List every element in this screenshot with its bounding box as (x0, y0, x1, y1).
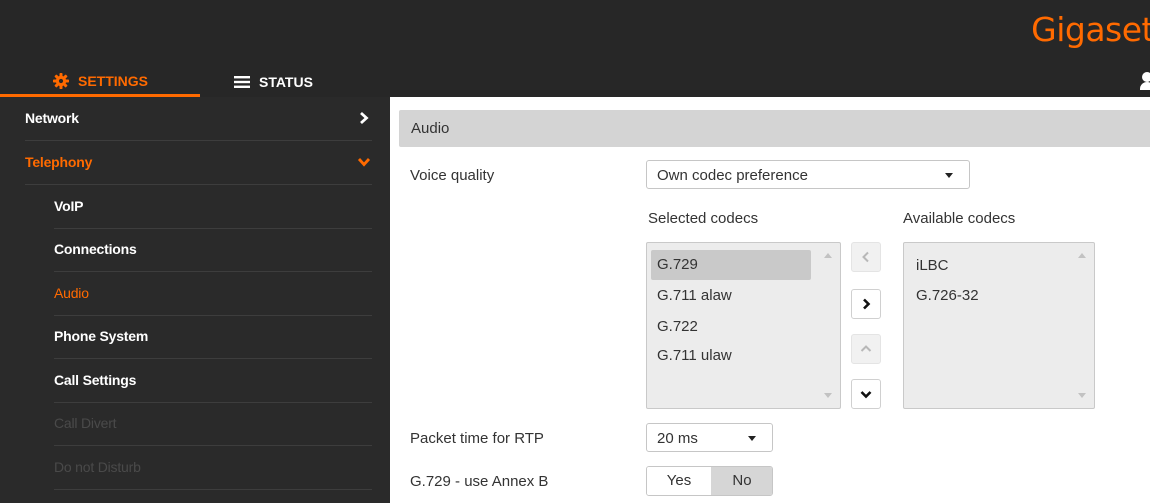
list-item[interactable]: G.711 alaw (657, 287, 732, 304)
sidebar-item-call-divert: Call Divert (0, 402, 390, 446)
sidebar: Network Telephony VoIP Connections Audio… (0, 97, 390, 503)
voice-quality-label: Voice quality (410, 167, 495, 184)
top-header: Gigaset SETTINGS STATUS (0, 0, 1150, 97)
packet-time-label: Packet time for RTP (410, 430, 544, 447)
chevron-down-icon (860, 391, 872, 399)
list-item[interactable]: G.726-32 (916, 287, 979, 304)
caret-down-icon (945, 173, 953, 178)
sidebar-item-label: Telephony (25, 154, 93, 170)
sidebar-item-label: VoIP (54, 198, 84, 214)
sidebar-item-network[interactable]: Network (0, 97, 390, 141)
sidebar-item-phone-system[interactable]: Phone System (0, 315, 390, 359)
list-item[interactable]: G.722 (657, 318, 698, 335)
tab-settings[interactable]: SETTINGS (0, 67, 200, 97)
move-right-button[interactable] (851, 289, 881, 319)
sidebar-item-voip[interactable]: VoIP (0, 185, 390, 229)
section-header: Audio (399, 110, 1150, 147)
scroll-up-arrow-icon[interactable] (824, 253, 832, 258)
list-item[interactable]: G.711 ulaw (657, 347, 732, 364)
sidebar-item-label: Network (25, 110, 79, 126)
tab-status[interactable]: STATUS (234, 67, 313, 97)
sidebar-item-label: Connections (54, 241, 137, 257)
available-codecs-list[interactable]: iLBC G.726-32 (903, 242, 1095, 409)
chevron-right-icon (360, 111, 369, 125)
annex-b-label: G.729 - use Annex B (410, 473, 549, 490)
available-codecs-label: Available codecs (903, 210, 1016, 227)
selected-codecs-list[interactable]: G.729 G.711 alaw G.722 G.711 ulaw (646, 242, 841, 409)
caret-down-icon (748, 436, 756, 441)
packet-time-value: 20 ms (657, 430, 698, 447)
scroll-up-arrow-icon[interactable] (1078, 253, 1086, 258)
list-item-selected[interactable]: G.729 (651, 250, 811, 280)
chevron-right-icon (863, 298, 871, 310)
scroll-down-arrow-icon[interactable] (1078, 393, 1086, 398)
user-icon[interactable] (1140, 70, 1150, 90)
sidebar-item-telephony[interactable]: Telephony (0, 141, 390, 185)
voice-quality-value: Own codec preference (657, 167, 808, 184)
move-down-button[interactable] (851, 379, 881, 409)
gigaset-logo: Gigaset (1031, 10, 1150, 49)
chevron-left-icon (862, 251, 869, 263)
annex-b-no-option[interactable]: No (711, 467, 772, 495)
scroll-down-arrow-icon[interactable] (824, 393, 832, 398)
move-left-button[interactable] (851, 242, 881, 272)
selected-codecs-label: Selected codecs (648, 210, 759, 227)
move-up-button[interactable] (851, 334, 881, 364)
menu-icon (234, 76, 250, 88)
annex-b-toggle[interactable]: Yes No (646, 466, 773, 496)
sidebar-item-label: Do not Disturb (54, 459, 141, 475)
sidebar-item-do-not-disturb: Do not Disturb (0, 446, 390, 490)
tab-status-label: STATUS (259, 74, 313, 90)
section-title: Audio (411, 120, 450, 137)
sidebar-item-label: Call Divert (54, 415, 117, 431)
list-item[interactable]: iLBC (916, 257, 949, 274)
tab-settings-label: SETTINGS (78, 72, 149, 89)
gear-icon (53, 72, 69, 89)
chevron-down-icon (357, 158, 371, 167)
sidebar-item-connections[interactable]: Connections (0, 228, 390, 272)
annex-b-yes-option[interactable]: Yes (647, 467, 711, 495)
sidebar-item-label: Phone System (54, 328, 149, 344)
sidebar-item-label: Audio (54, 285, 89, 301)
sidebar-item-label: Call Settings (54, 372, 137, 388)
chevron-up-icon (860, 345, 872, 352)
voice-quality-select[interactable]: Own codec preference (646, 160, 970, 189)
sidebar-item-call-settings[interactable]: Call Settings (0, 359, 390, 403)
packet-time-select[interactable]: 20 ms (646, 423, 773, 452)
sidebar-item-audio[interactable]: Audio (0, 272, 390, 316)
